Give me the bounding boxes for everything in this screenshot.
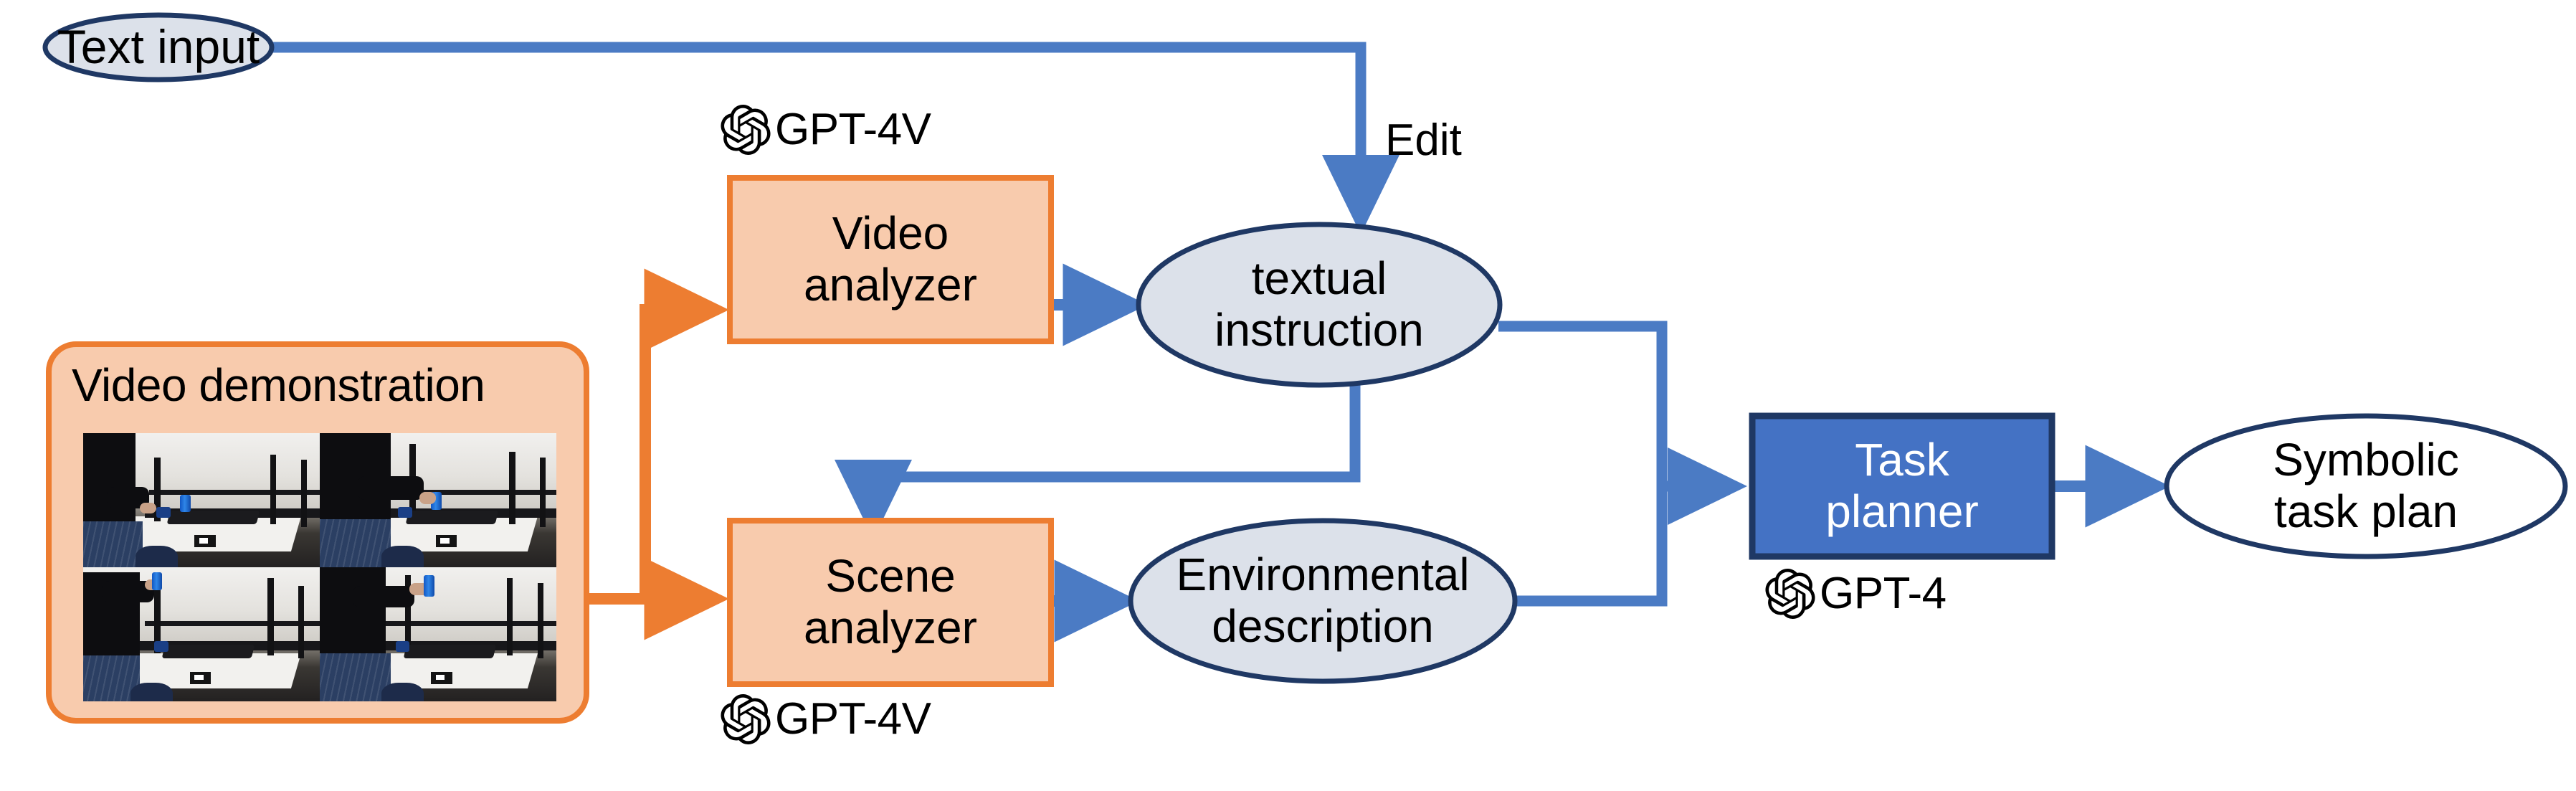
edge-label-edit: Edit	[1385, 115, 1462, 165]
model-tag-task-planner-label: GPT-4	[1820, 569, 1947, 618]
openai-logo-icon	[721, 693, 771, 744]
video-frame	[320, 433, 556, 567]
video-frame	[83, 433, 320, 567]
video-frame	[320, 567, 556, 701]
node-task-planner[interactable]	[1749, 412, 2055, 560]
openai-logo-icon	[721, 104, 771, 155]
video-frame	[83, 567, 320, 701]
model-tag-scene-analyzer: GPT-4V	[721, 693, 931, 744]
model-tag-video-analyzer-label: GPT-4V	[775, 105, 931, 154]
diagram-canvas: Text input Video demonstration Video ana…	[0, 0, 2576, 791]
openai-logo-icon	[1765, 568, 1815, 619]
node-video-analyzer[interactable]	[727, 175, 1054, 344]
node-environmental-description[interactable]	[1128, 518, 1518, 684]
model-tag-scene-analyzer-label: GPT-4V	[775, 694, 931, 744]
node-symbolic-task-plan[interactable]	[2164, 413, 2568, 559]
video-demonstration-frame-grid	[83, 433, 556, 701]
node-scene-analyzer[interactable]	[727, 518, 1054, 687]
model-tag-video-analyzer: GPT-4V	[721, 104, 931, 155]
model-tag-task-planner: GPT-4	[1765, 568, 1947, 619]
node-text-input[interactable]	[42, 12, 275, 82]
node-video-demonstration-label: Video demonstration	[72, 359, 485, 411]
node-textual-instruction[interactable]	[1136, 222, 1503, 388]
